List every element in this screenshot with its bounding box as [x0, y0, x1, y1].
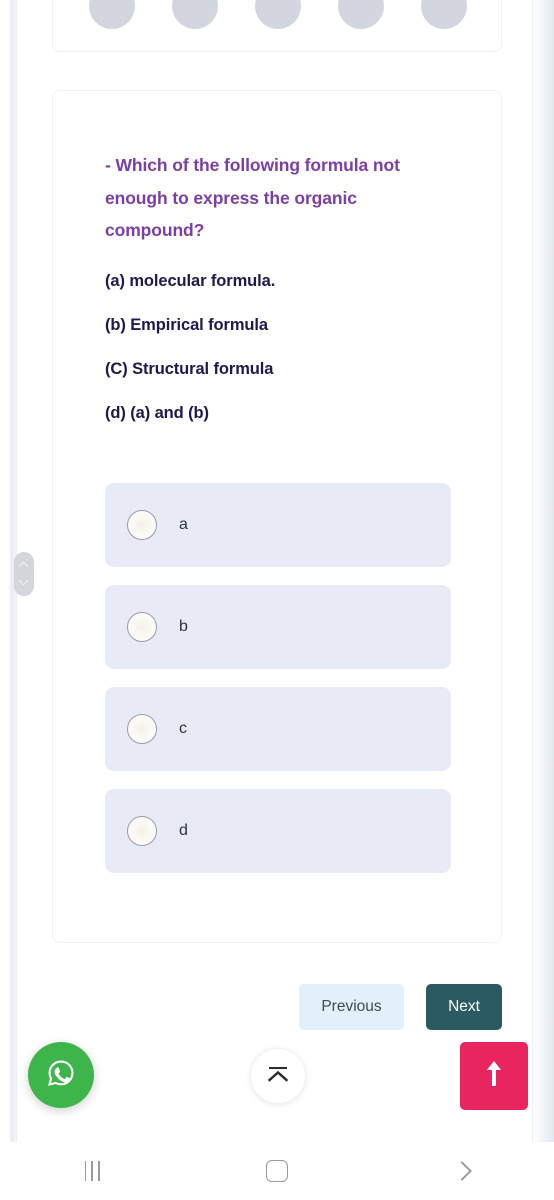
home-button[interactable] [185, 1142, 370, 1200]
previous-button[interactable]: Previous [299, 984, 404, 1030]
question-option-line-c: (C) Structural formula [105, 359, 274, 378]
arrow-up-icon [484, 1059, 504, 1094]
system-navigation-bar [0, 1142, 554, 1200]
radio-button-d[interactable] [127, 816, 157, 846]
radio-button-a[interactable] [127, 510, 157, 540]
question-pill[interactable] [89, 0, 136, 29]
recent-apps-button[interactable] [0, 1142, 185, 1200]
scroll-handle[interactable] [14, 552, 34, 596]
question-pill[interactable] [254, 0, 301, 29]
question-pills-row [53, 0, 503, 29]
next-button[interactable]: Next [426, 984, 502, 1030]
question-body: - Which of the following formula not eno… [53, 91, 501, 423]
question-pills-card [52, 0, 502, 52]
collapse-float-button[interactable] [250, 1048, 306, 1104]
question-option-line-d: (d) (a) and (b) [105, 403, 209, 422]
answer-choice-list: a b c d [105, 483, 451, 891]
chevron-up-icon [20, 562, 28, 570]
collapse-up-icon [265, 1063, 291, 1090]
answer-choice-c[interactable]: c [105, 687, 451, 771]
answer-choice-label: b [179, 618, 188, 635]
radio-button-c[interactable] [127, 714, 157, 744]
chevron-down-icon [20, 578, 28, 586]
question-card: - Which of the following formula not eno… [52, 90, 502, 943]
back-chevron-icon [451, 1161, 472, 1181]
recent-apps-icon [84, 1161, 101, 1181]
radio-button-b[interactable] [127, 612, 157, 642]
back-button[interactable] [369, 1142, 554, 1200]
question-pill[interactable] [420, 0, 467, 29]
scroll-to-top-button[interactable] [460, 1042, 528, 1110]
answer-choice-b[interactable]: b [105, 585, 451, 669]
answer-choice-label: c [179, 720, 188, 737]
home-icon [266, 1160, 288, 1182]
answer-choice-label: a [179, 516, 188, 533]
page-edge-right [532, 0, 533, 1142]
question-stem: - Which of the following formula not eno… [105, 155, 400, 240]
quiz-navigation: Previous Next [52, 984, 502, 1030]
page-gutter-right [532, 0, 554, 1142]
question-option-line-b: (b) Empirical formula [105, 315, 268, 334]
question-pill[interactable] [337, 0, 384, 29]
quiz-screen: - Which of the following formula not eno… [0, 0, 554, 1200]
whatsapp-icon [44, 1056, 78, 1095]
question-option-line-a: (a) molecular formula. [105, 271, 276, 290]
answer-choice-a[interactable]: a [105, 483, 451, 567]
whatsapp-float-button[interactable] [28, 1042, 94, 1108]
answer-choice-label: d [179, 822, 188, 839]
answer-choice-d[interactable]: d [105, 789, 451, 873]
question-pill[interactable] [172, 0, 219, 29]
